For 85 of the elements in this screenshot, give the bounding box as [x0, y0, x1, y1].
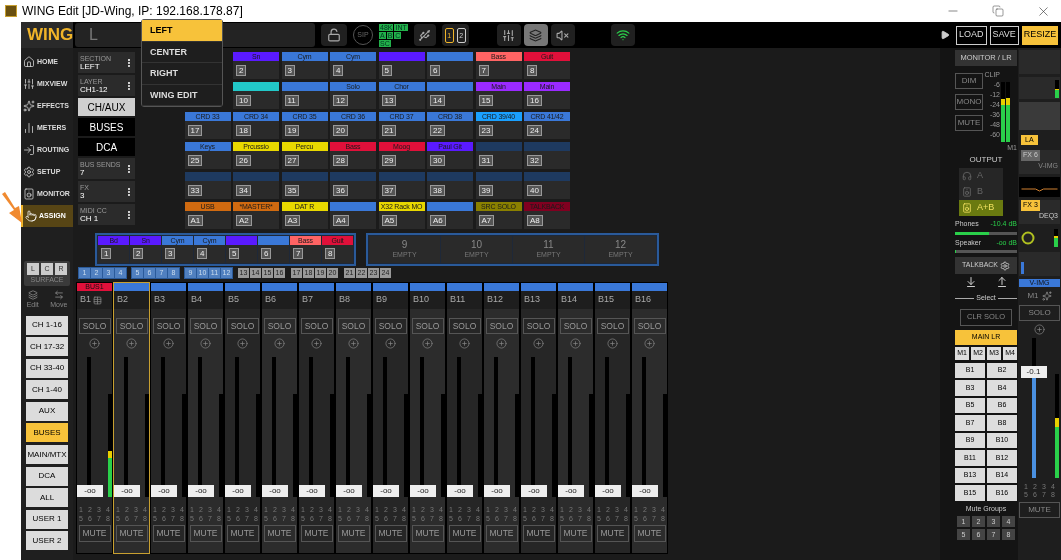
channel-number: 17 [187, 124, 203, 136]
output-label: OUTPUT [968, 154, 1004, 166]
channel-number: 37 [381, 184, 397, 196]
strip-name: B10 [413, 293, 429, 307]
slot-number: 11 [543, 239, 554, 250]
strip-name: B11 [450, 293, 466, 307]
field-value: 3 [80, 191, 86, 200]
channel-number: 14 [430, 94, 445, 106]
channel-number: 5 [229, 248, 240, 259]
channel-number: 8 [527, 64, 538, 76]
channel-number: 2 [133, 248, 144, 259]
channel-number: 6 [261, 248, 272, 259]
channel-number: 8 [325, 248, 336, 259]
channel-number: 34 [236, 184, 251, 196]
channel-number: 16 [527, 94, 542, 106]
channel-number: 22 [430, 124, 445, 136]
strip-name: B7 [302, 293, 313, 307]
field-value: CH 1 [80, 214, 100, 223]
channel-number: 6 [430, 64, 441, 76]
strip-name: B5 [228, 293, 239, 307]
channel-number: 31 [478, 154, 494, 166]
channel-number: 38 [430, 184, 445, 196]
window-title: WING Edit [JD-Wing, IP: 192.168.178.87] [22, 3, 243, 20]
output-label: A+B [977, 201, 995, 215]
strip-name: M1 [1027, 290, 1039, 302]
channel-number: 11 [284, 94, 299, 106]
channel-number: 19 [284, 124, 300, 136]
channel-number: A8 [527, 214, 543, 226]
strip-name: B16 [635, 293, 651, 307]
channel-number: 40 [527, 184, 542, 196]
strip-name: B1 [80, 293, 91, 307]
channel-number: 28 [333, 154, 348, 166]
strip-name: B6 [265, 293, 276, 307]
channel-number: A1 [187, 214, 204, 226]
channel-number: 36 [333, 184, 348, 196]
strip-name: B15 [598, 293, 614, 307]
output-label: B [977, 185, 983, 199]
strip-name: B13 [524, 293, 540, 307]
slot-number: 9 [401, 239, 408, 250]
strip-name: B12 [487, 293, 503, 307]
field-value: CH1-12 [80, 85, 109, 94]
channel-number: 30 [430, 154, 445, 166]
channel-number: 3 [284, 64, 295, 76]
channel-number: 29 [381, 154, 397, 166]
channel-number: 1 [101, 248, 112, 259]
channel-number: 15 [478, 94, 494, 106]
channel-number: 2 [236, 64, 247, 76]
field-value: 7 [80, 168, 86, 177]
channel-number: 4 [333, 64, 344, 76]
channel-number: 21 [381, 124, 397, 136]
channel-number: 5 [381, 64, 392, 76]
strip-name: B14 [561, 293, 577, 307]
channel-number: 20 [333, 124, 348, 136]
channel-number: 23 [478, 124, 494, 136]
app-logo: WING [21, 22, 73, 48]
strip-name: B8 [339, 293, 350, 307]
channel-number: 7 [478, 64, 489, 76]
channel-number: 4 [197, 248, 208, 259]
channel-number: 32 [527, 154, 542, 166]
channel-number: 12 [333, 94, 348, 106]
channel-number: 27 [284, 154, 300, 166]
channel-number: A2 [236, 214, 252, 226]
channel-number: 24 [527, 124, 542, 136]
channel-number: 13 [381, 94, 397, 106]
channel-number: A4 [333, 214, 349, 226]
strip-name: B4 [191, 293, 202, 307]
channel-number: A7 [478, 214, 495, 226]
channel-number: 10 [236, 94, 251, 106]
field-value: LEFT [80, 62, 101, 71]
slot-number: 12 [614, 239, 627, 250]
channel-number: 3 [165, 248, 176, 259]
channel-number: A3 [284, 214, 301, 226]
channel-number: 35 [284, 184, 300, 196]
strip-name: B3 [154, 293, 165, 307]
channel-number: A6 [430, 214, 446, 226]
slot-number: 10 [470, 239, 483, 250]
strip-name: B2 [117, 293, 128, 307]
channel-number: 39 [478, 184, 494, 196]
channel-number: 7 [293, 248, 304, 259]
channel-number: 18 [236, 124, 251, 136]
channel-number: 25 [187, 154, 203, 166]
channel-number: 26 [236, 154, 251, 166]
channel-number: 33 [187, 184, 203, 196]
strip-name: B9 [376, 293, 387, 307]
channel-number: A5 [381, 214, 398, 226]
